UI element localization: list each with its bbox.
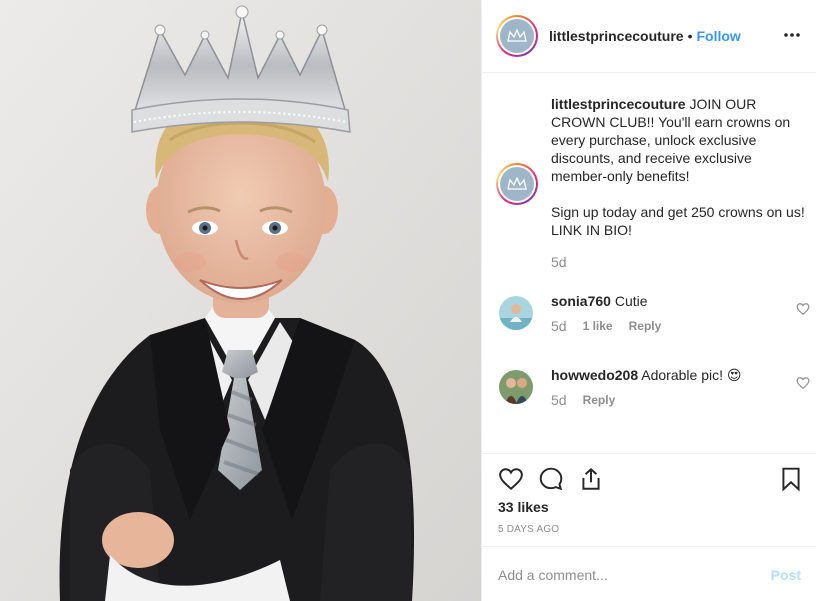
comment-input[interactable]	[498, 565, 748, 585]
comment-icon[interactable]	[538, 466, 564, 492]
profile-avatar[interactable]	[496, 15, 538, 57]
post-image[interactable]	[0, 0, 481, 601]
post-actions: 33 likes 5 DAYS AGO	[482, 453, 816, 546]
comment-text: Adorable pic! 😍	[641, 367, 742, 383]
comment-meta: 5d 1 like Reply	[551, 318, 677, 334]
post-header: littlestprincecouture • Follow	[482, 0, 816, 73]
crown-logo-icon	[500, 167, 534, 201]
comments-section[interactable]: littlestprincecouture JOIN OUR CROWN CLU…	[482, 73, 816, 453]
reply-button[interactable]: Reply	[629, 319, 662, 333]
caption-time: 5d	[551, 254, 567, 270]
likes-count[interactable]: 33 likes	[498, 499, 549, 515]
comment-text: Cutie	[614, 293, 648, 309]
comment-username[interactable]: howwedo208	[551, 367, 638, 383]
post-timestamp: 5 DAYS AGO	[498, 524, 560, 535]
post-side-panel: littlestprincecouture • Follow littlestp…	[481, 0, 816, 601]
share-icon[interactable]	[578, 466, 604, 492]
reply-button[interactable]: Reply	[583, 393, 616, 407]
comment-likes[interactable]: 1 like	[583, 319, 613, 333]
post-photo-illustration	[0, 0, 481, 601]
comment-time: 5d	[551, 392, 567, 408]
heart-icon[interactable]	[796, 302, 810, 316]
caption-username[interactable]: littlestprincecouture	[551, 96, 686, 112]
add-comment-bar: Post	[482, 546, 816, 601]
caption-text: littlestprincecouture JOIN OUR CROWN CLU…	[551, 95, 806, 239]
commenter-avatar[interactable]	[499, 370, 533, 404]
comment-meta: 5d Reply	[551, 392, 631, 408]
caption-body-2: Sign up today and get 250 crowns on us! …	[551, 204, 805, 238]
bookmark-icon[interactable]	[778, 466, 804, 492]
follow-button[interactable]: Follow	[697, 28, 741, 44]
post-comment-button[interactable]: Post	[771, 567, 801, 583]
header-username[interactable]: littlestprincecouture	[549, 28, 684, 44]
commenter-avatar[interactable]	[499, 296, 533, 330]
heart-icon[interactable]	[498, 466, 524, 492]
comment-time: 5d	[551, 318, 567, 334]
header-separator: •	[687, 28, 693, 44]
more-options-icon[interactable]	[781, 24, 803, 46]
heart-icon[interactable]	[796, 376, 810, 390]
comment-username[interactable]: sonia760	[551, 293, 611, 309]
crown-logo-icon	[500, 19, 534, 53]
caption-avatar[interactable]	[496, 163, 538, 205]
